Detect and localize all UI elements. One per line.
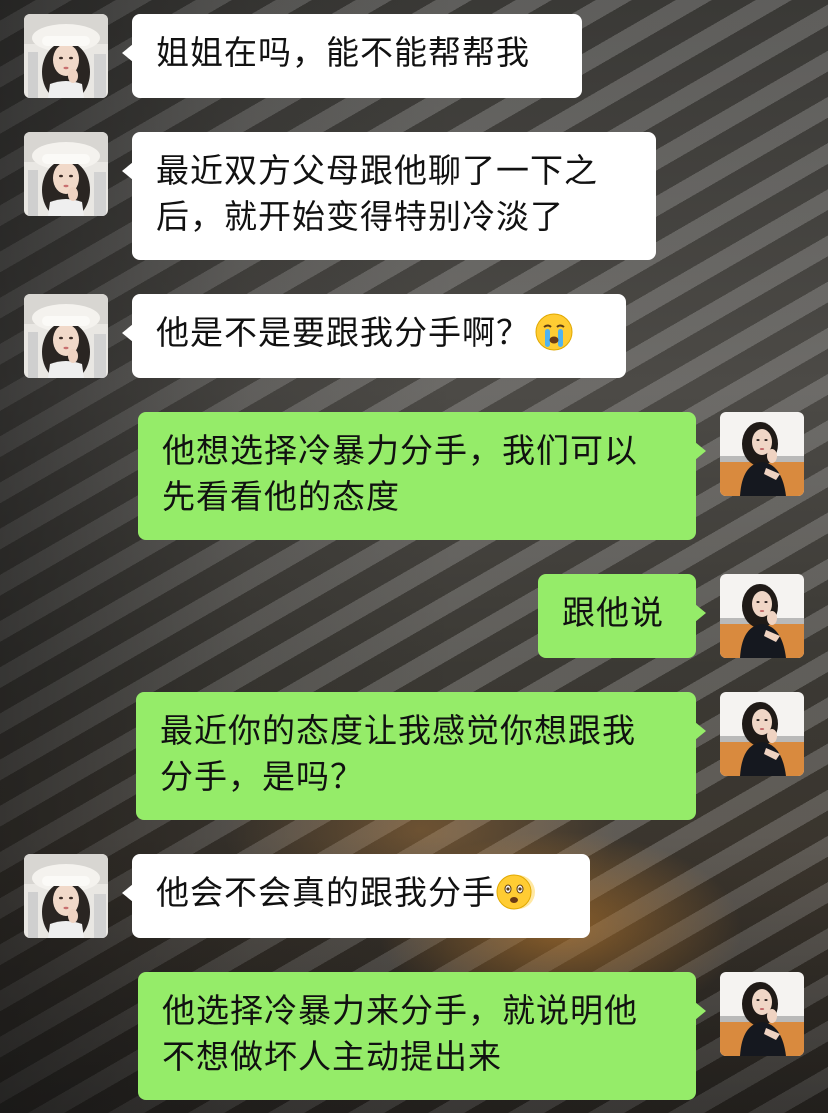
incoming-message-bubble[interactable]: 姐姐在吗，能不能帮帮我 [122, 14, 582, 98]
message-text-line: 他选择冷暴力来分手，就说明他 [162, 991, 638, 1030]
outgoing-message-bubble[interactable]: 最近你的态度让我感觉你想跟我 分手，是吗？ [136, 692, 706, 820]
message-text: 他会不会真的跟我分手 [156, 873, 496, 912]
message-text-line: 最近双方父母跟他聊了一下之 [156, 151, 598, 190]
outgoing-message-bubble[interactable]: 他选择冷暴力来分手，就说明他 不想做坏人主动提出来 [138, 972, 706, 1100]
message-text: 姐姐在吗，能不能帮帮我 [156, 33, 530, 72]
my-avatar-image [720, 574, 804, 658]
message-text-line: 先看看他的态度 [162, 477, 400, 516]
contact-avatar-image [24, 132, 108, 216]
contact-avatar-image [24, 14, 108, 98]
my-avatar[interactable] [720, 692, 804, 776]
message-text: 跟他说 [562, 593, 664, 632]
message-text-line: 他想选择冷暴力分手，我们可以 [162, 431, 638, 470]
contact-avatar[interactable] [24, 854, 108, 938]
incoming-message-bubble[interactable]: 最近双方父母跟他聊了一下之 后，就开始变得特别冷淡了 [122, 132, 656, 260]
message-text-line: 最近你的态度让我感觉你想跟我 [160, 711, 636, 750]
my-avatar-image [720, 972, 804, 1056]
message-text: 他是不是要跟我分手啊？ [156, 313, 530, 352]
message-text-line: 分手，是吗？ [160, 757, 364, 796]
my-avatar[interactable] [720, 412, 804, 496]
my-avatar[interactable] [720, 574, 804, 658]
crying-face-icon [535, 313, 573, 351]
contact-avatar[interactable] [24, 294, 108, 378]
shaking-face-icon [496, 874, 535, 910]
my-avatar-image [720, 692, 804, 776]
message-text-line: 后，就开始变得特别冷淡了 [156, 197, 564, 236]
contact-avatar-image [24, 854, 108, 938]
message-text-line: 不想做坏人主动提出来 [162, 1037, 502, 1076]
contact-avatar[interactable] [24, 132, 108, 216]
incoming-message-bubble[interactable]: 他是不是要跟我分手啊？ [122, 294, 626, 378]
contact-avatar[interactable] [24, 14, 108, 98]
contact-avatar-image [24, 294, 108, 378]
my-avatar[interactable] [720, 972, 804, 1056]
outgoing-message-bubble[interactable]: 跟他说 [538, 574, 706, 658]
outgoing-message-bubble[interactable]: 他想选择冷暴力分手，我们可以 先看看他的态度 [138, 412, 706, 540]
my-avatar-image [720, 412, 804, 496]
incoming-message-bubble[interactable]: 他会不会真的跟我分手 [122, 854, 590, 938]
